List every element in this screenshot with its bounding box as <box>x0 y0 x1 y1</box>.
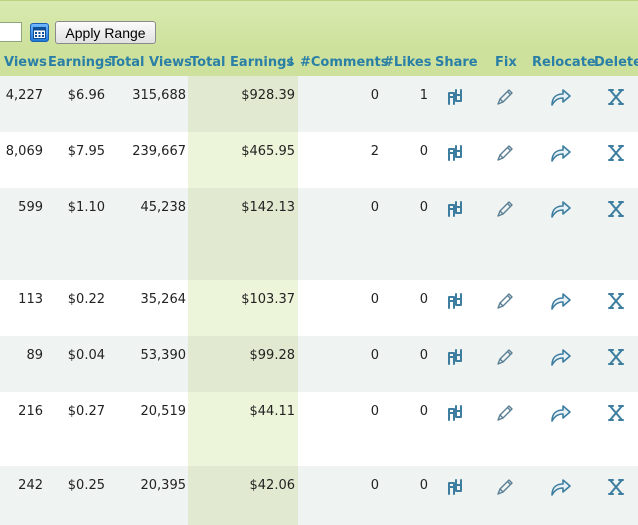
delete-x-icon[interactable] <box>606 292 626 314</box>
cell-views: 8,069 <box>5 144 43 159</box>
relocate-arrow-icon[interactable] <box>548 141 572 167</box>
delete-x-icon[interactable] <box>606 200 626 222</box>
sorted-column-highlight <box>188 132 298 188</box>
delete-x-icon[interactable] <box>606 348 626 370</box>
column-header-views[interactable]: Views <box>4 55 47 70</box>
cell-views: 89 <box>26 348 43 363</box>
column-header-earnings[interactable]: Earnings <box>48 55 112 70</box>
column-header-total-earnings[interactable]: Total Earnings <box>190 55 294 70</box>
cell-total-views: 239,667 <box>132 144 186 159</box>
table-row: 242 $0.25 20,395 $42.06 0 0 <box>0 466 638 525</box>
cell-views: 242 <box>18 478 43 493</box>
pencil-icon[interactable] <box>495 478 515 500</box>
relocate-arrow-icon[interactable] <box>548 197 572 223</box>
cell-views: 113 <box>18 292 43 307</box>
cell-total-earnings: $42.06 <box>249 478 296 493</box>
share-icon[interactable] <box>445 478 465 500</box>
sorted-column-highlight <box>188 280 298 336</box>
share-icon[interactable] <box>445 144 465 166</box>
cell-total-views: 45,238 <box>140 200 187 215</box>
pencil-icon[interactable] <box>495 348 515 370</box>
articles-table: 4,227 $6.96 315,688 $928.39 0 1 8,069 $7.95 239,… <box>0 76 638 525</box>
column-header-relocate: Relocate <box>532 55 596 70</box>
cell-earnings: $0.25 <box>67 478 105 493</box>
cell-likes: 0 <box>419 200 428 215</box>
cell-total-views: 20,395 <box>140 478 187 493</box>
pencil-icon[interactable] <box>495 88 515 110</box>
cell-likes: 1 <box>419 88 428 103</box>
cell-earnings: $0.22 <box>67 292 105 307</box>
cell-views: 216 <box>18 404 43 419</box>
cell-total-views: 20,519 <box>140 404 187 419</box>
sort-descending-icon: ↓ <box>286 55 297 70</box>
delete-x-icon[interactable] <box>606 88 626 110</box>
table-row: 4,227 $6.96 315,688 $928.39 0 1 <box>0 76 638 132</box>
cell-total-views: 53,390 <box>140 348 187 363</box>
table-header: Views Earnings Total Views Total Earning… <box>0 48 638 76</box>
cell-total-earnings: $103.37 <box>241 292 295 307</box>
end-date-input[interactable] <box>0 22 22 42</box>
cell-views: 4,227 <box>5 88 43 103</box>
relocate-arrow-icon[interactable] <box>548 85 572 111</box>
cell-earnings: $6.96 <box>67 88 105 103</box>
column-header-likes[interactable]: #Likes <box>383 55 431 70</box>
table-row: 8,069 $7.95 239,667 $465.95 2 0 <box>0 132 638 188</box>
table-row: 113 $0.22 35,264 $103.37 0 0 <box>0 280 638 336</box>
table-row: 89 $0.04 53,390 $99.28 0 0 <box>0 336 638 392</box>
column-header-comments[interactable]: #Comments <box>300 55 388 70</box>
cell-comments: 2 <box>370 144 379 159</box>
column-header-fix: Fix <box>495 55 517 70</box>
column-header-total-views[interactable]: Total Views <box>109 55 192 70</box>
pencil-icon[interactable] <box>495 200 515 222</box>
cell-comments: 0 <box>370 478 379 493</box>
column-header-delete: Delete <box>594 55 638 70</box>
cell-total-earnings: $44.11 <box>249 404 296 419</box>
cell-total-views: 315,688 <box>132 88 186 103</box>
delete-x-icon[interactable] <box>606 478 626 500</box>
cell-likes: 0 <box>419 404 428 419</box>
relocate-arrow-icon[interactable] <box>548 401 572 427</box>
cell-comments: 0 <box>370 348 379 363</box>
cell-likes: 0 <box>419 348 428 363</box>
cell-total-earnings: $465.95 <box>241 144 295 159</box>
cell-comments: 0 <box>370 88 379 103</box>
table-row: 599 $1.10 45,238 $142.13 0 0 <box>0 188 638 280</box>
cell-total-earnings: $928.39 <box>241 88 295 103</box>
share-icon[interactable] <box>445 348 465 370</box>
apply-range-button[interactable]: Apply Range <box>55 21 156 44</box>
table-row: 216 $0.27 20,519 $44.11 0 0 <box>0 392 638 466</box>
cell-likes: 0 <box>419 478 428 493</box>
delete-x-icon[interactable] <box>606 144 626 166</box>
sorted-column-highlight <box>188 466 298 525</box>
calendar-icon[interactable] <box>30 23 49 42</box>
share-icon[interactable] <box>445 404 465 426</box>
column-header-share: Share <box>435 55 478 70</box>
cell-likes: 0 <box>419 292 428 307</box>
delete-x-icon[interactable] <box>606 404 626 426</box>
sorted-column-highlight <box>188 336 298 392</box>
share-icon[interactable] <box>445 200 465 222</box>
cell-likes: 0 <box>419 144 428 159</box>
date-range-toolbar: Apply Range <box>0 0 638 49</box>
relocate-arrow-icon[interactable] <box>548 289 572 315</box>
cell-total-earnings: $142.13 <box>241 200 295 215</box>
relocate-arrow-icon[interactable] <box>548 345 572 371</box>
relocate-arrow-icon[interactable] <box>548 475 572 501</box>
cell-earnings: $0.27 <box>67 404 105 419</box>
sorted-column-highlight <box>188 76 298 132</box>
share-icon[interactable] <box>445 88 465 110</box>
cell-views: 599 <box>18 200 43 215</box>
cell-earnings: $7.95 <box>67 144 105 159</box>
pencil-icon[interactable] <box>495 404 515 426</box>
share-icon[interactable] <box>445 292 465 314</box>
cell-earnings: $0.04 <box>67 348 105 363</box>
cell-comments: 0 <box>370 200 379 215</box>
cell-comments: 0 <box>370 404 379 419</box>
cell-total-views: 35,264 <box>140 292 187 307</box>
pencil-icon[interactable] <box>495 144 515 166</box>
cell-earnings: $1.10 <box>67 200 105 215</box>
pencil-icon[interactable] <box>495 292 515 314</box>
cell-total-earnings: $99.28 <box>249 348 296 363</box>
cell-comments: 0 <box>370 292 379 307</box>
